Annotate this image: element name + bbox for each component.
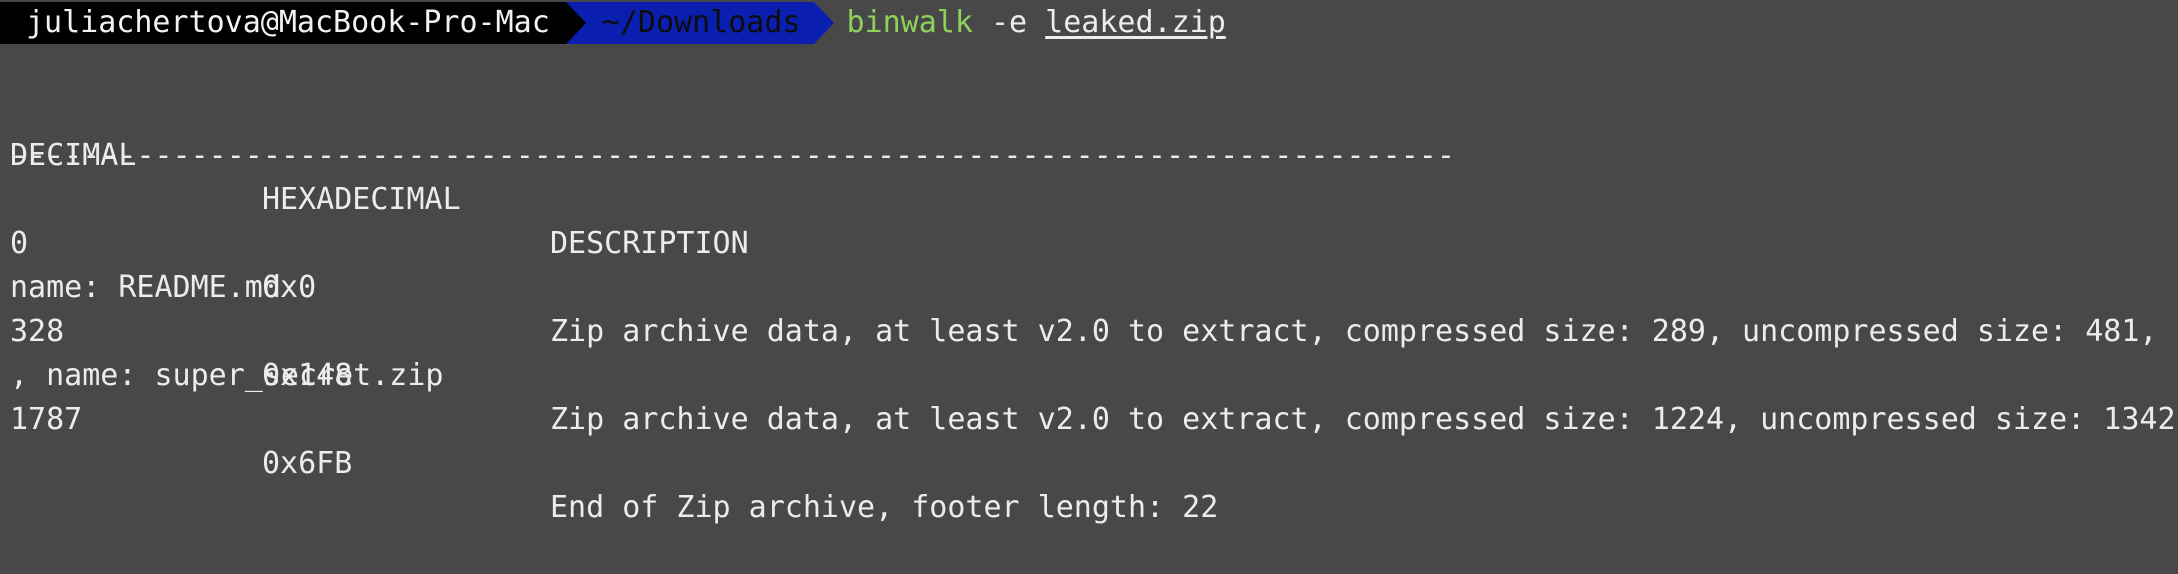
- row-description: Zip archive data, at least v2.0 to extra…: [550, 402, 2176, 437]
- terminal-window[interactable]: [ juliachertova@MacBook-Pro-Mac ~/Downlo…: [0, 0, 2178, 525]
- table-divider: ----------------------------------------…: [10, 138, 1450, 173]
- prompt-line: juliachertova@MacBook-Pro-Mac ~/Download…: [0, 2, 1226, 44]
- table-row-continuation: name: README.md: [0, 222, 2178, 305]
- prompt-directory: ~/Downloads: [565, 2, 835, 44]
- table-row-continuation: , name: super_secret.zip: [0, 310, 2178, 393]
- table-row: 328 0x148 Zip archive data, at least v2.…: [0, 266, 2178, 437]
- row-hexadecimal: 0x6FB: [262, 446, 353, 481]
- row-description: End of Zip archive, footer length: 22: [550, 490, 1219, 525]
- command-flag: -e: [990, 5, 1028, 40]
- prompt-user-host: juliachertova@MacBook-Pro-Mac: [0, 2, 586, 44]
- table-row: 0 0x0 Zip archive data, at least v2.0 to…: [0, 178, 2178, 349]
- command-file-argument[interactable]: leaked.zip: [1045, 5, 1226, 40]
- table-header-row: DECIMAL HEXADECIMAL DESCRIPTION: [0, 90, 2178, 261]
- command-name: binwalk: [846, 5, 973, 40]
- command-input[interactable]: binwalk -e leaked.zip: [814, 2, 1225, 44]
- row-decimal: 1787: [10, 402, 83, 437]
- table-row: 1787 0x6FB End of Zip archive, footer le…: [0, 354, 2178, 525]
